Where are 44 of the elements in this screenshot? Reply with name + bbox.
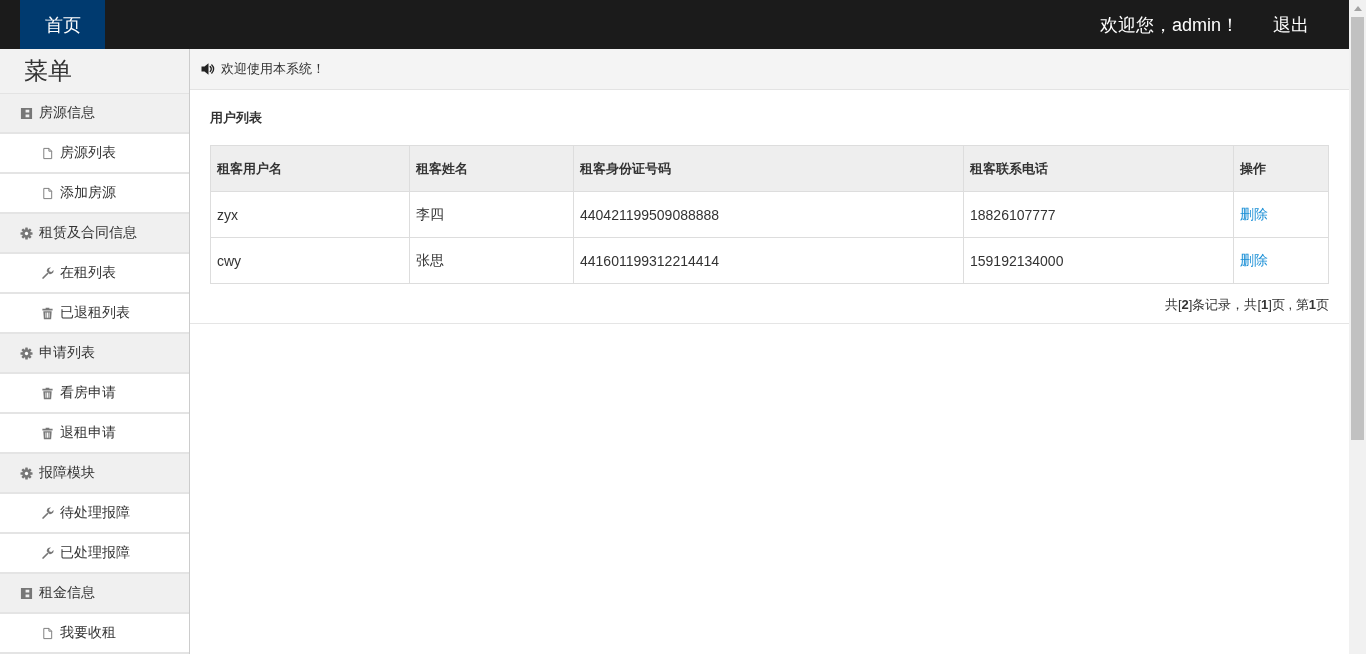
pagination-info: 共[2]条记录，共[1]页 , 第1页 (1164, 296, 1329, 313)
sidebar-group[interactable]: 报障模块 (0, 454, 189, 494)
table-cell: 李四 (409, 191, 574, 238)
table-cell: 440421199509088888 (573, 191, 964, 238)
section-title: 用户列表 (210, 110, 263, 126)
trash-icon (41, 386, 54, 400)
speaker-icon (201, 62, 215, 76)
wrench-icon (41, 546, 54, 560)
table-cell: zyx (210, 191, 410, 238)
table-cell: 张思 (409, 237, 574, 284)
welcome-text: 欢迎您，admin！ (1099, 13, 1239, 37)
notice-text: 欢迎使用本系统！ (221, 60, 325, 78)
table-cell: 441601199312214414 (573, 237, 964, 284)
book-icon (20, 586, 33, 600)
sidebar-group[interactable]: 租金信息 (0, 574, 189, 614)
wrench-icon (41, 506, 54, 520)
delete-link[interactable]: 删除 (1240, 205, 1268, 222)
gear-icon (20, 346, 33, 360)
file-icon (41, 146, 54, 160)
file-icon (41, 626, 54, 640)
book-icon (20, 106, 33, 120)
gear-icon (20, 466, 33, 480)
delete-link[interactable]: 删除 (1240, 251, 1268, 268)
column-header: 操作 (1233, 145, 1329, 192)
trash-icon (41, 306, 54, 320)
column-header: 租客身份证号码 (573, 145, 964, 192)
logout-link[interactable]: 退出 (1273, 12, 1309, 37)
table-cell: cwy (210, 237, 410, 284)
menu-title: 菜单 (0, 49, 189, 94)
nav-tab[interactable]: 首页 (20, 0, 105, 49)
sidebar-group[interactable]: 申请列表 (0, 334, 189, 374)
column-header: 租客用户名 (210, 145, 410, 192)
trash-icon (41, 426, 54, 440)
table-cell: 159192134000 (963, 237, 1234, 284)
gear-icon (20, 226, 33, 240)
scrollbar-thumb[interactable] (1351, 17, 1364, 440)
table-cell: 18826107777 (963, 191, 1234, 238)
sidebar-group[interactable]: 租赁及合同信息 (0, 214, 189, 254)
scroll-up-arrow-icon[interactable] (1353, 6, 1362, 11)
column-header: 租客联系电话 (963, 145, 1234, 192)
column-header: 租客姓名 (409, 145, 574, 192)
sidebar-group[interactable]: 房源信息 (0, 94, 189, 134)
file-icon (41, 186, 54, 200)
wrench-icon (41, 266, 54, 280)
